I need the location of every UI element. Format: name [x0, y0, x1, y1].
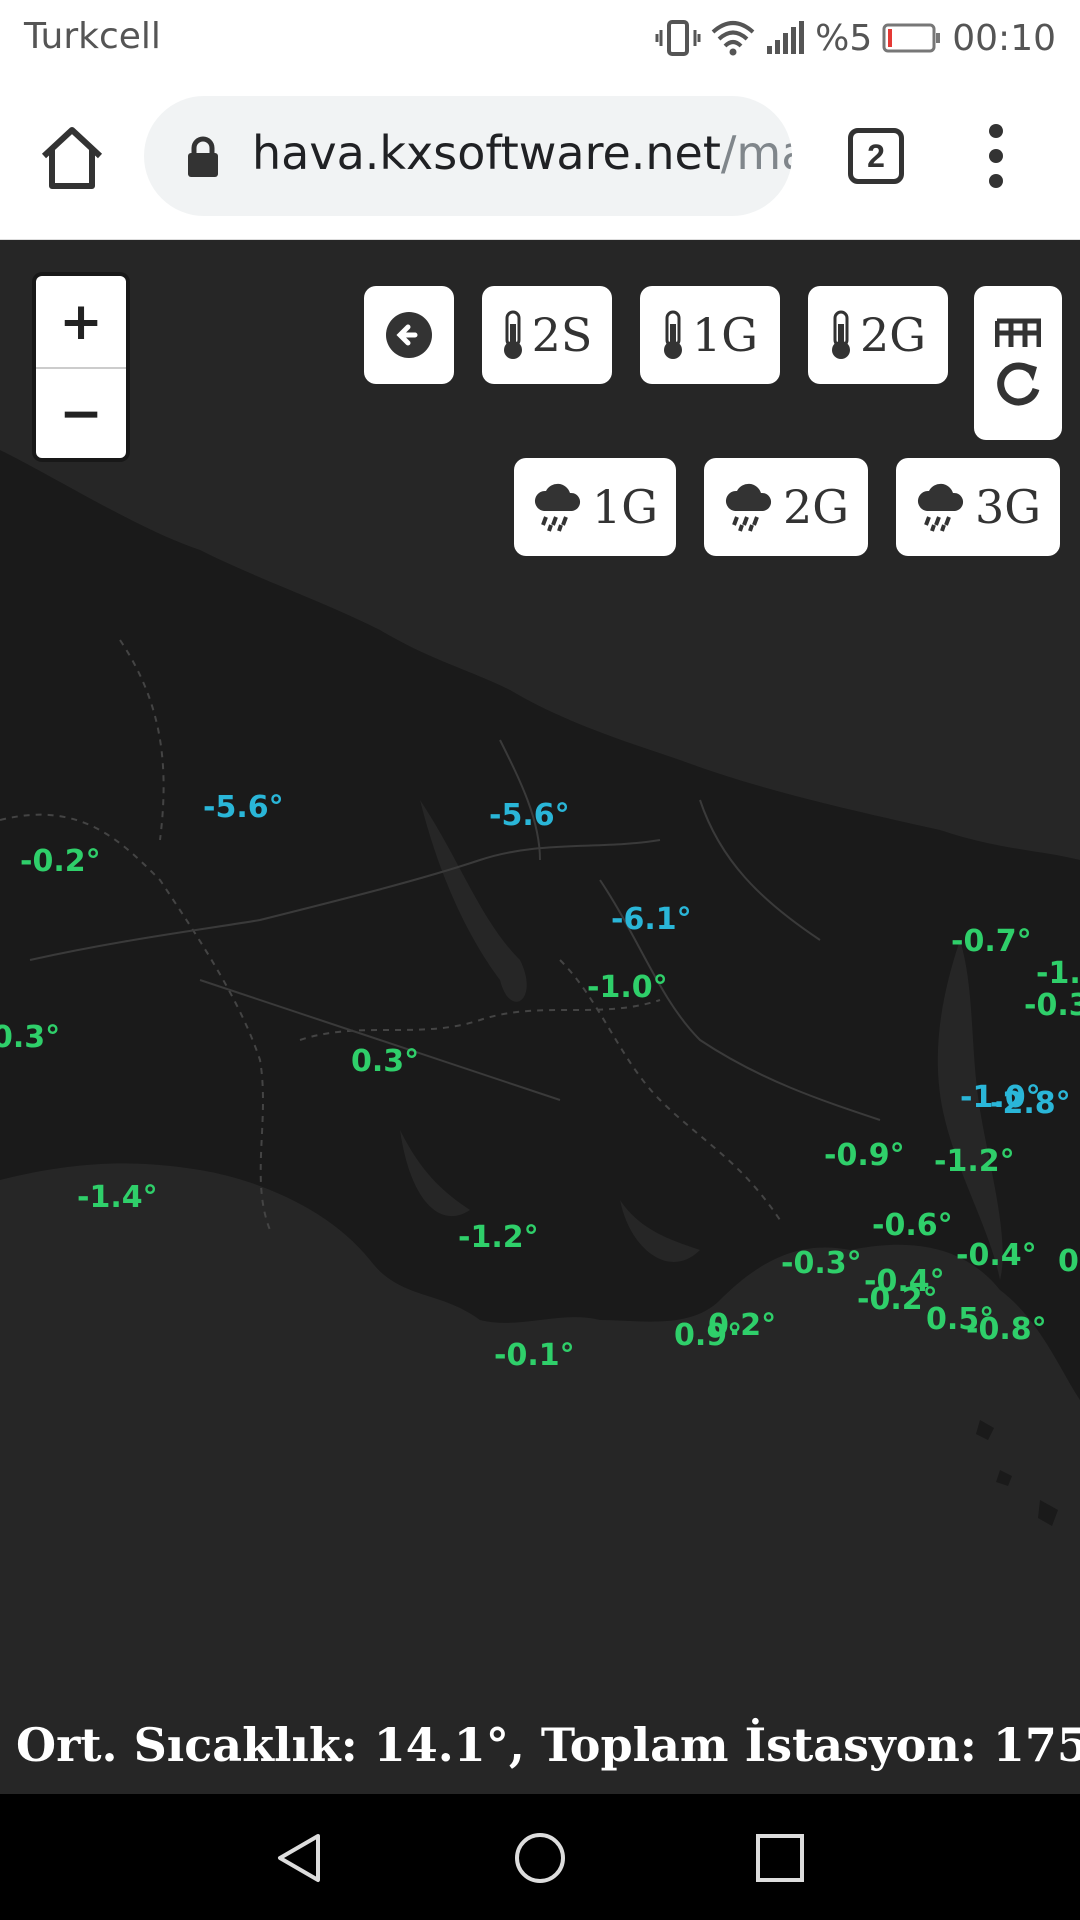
temp-marker[interactable]: -0.3°	[781, 1246, 862, 1281]
clock: 00:10	[952, 17, 1056, 59]
temp-marker[interactable]: 0.3°	[0, 1020, 60, 1055]
nav-back-icon[interactable]	[272, 1830, 328, 1886]
zoom-control: + −	[36, 276, 126, 458]
temp-marker[interactable]: -1.	[1036, 956, 1080, 991]
signal-icon	[767, 21, 805, 54]
url-path: /ma	[720, 126, 792, 180]
temp-2g-button[interactable]: 2G	[808, 286, 948, 384]
map-icon	[995, 318, 1041, 347]
nav-home-icon[interactable]	[512, 1830, 568, 1886]
temp-marker[interactable]: -2.8°	[990, 1086, 1071, 1121]
temp-marker[interactable]: -5.6°	[203, 790, 284, 825]
rain-1g-label: 1G	[591, 480, 658, 534]
temp-1g-button[interactable]: 1G	[640, 286, 780, 384]
temp-marker[interactable]: -1.4°	[77, 1180, 158, 1215]
temp-marker[interactable]: -0.8°	[966, 1312, 1047, 1347]
temp-marker[interactable]: 0	[1058, 1244, 1079, 1279]
rain-cloud-icon	[725, 483, 772, 532]
system-nav-bar	[0, 1794, 1080, 1920]
temp-2s-button[interactable]: 2S	[482, 286, 612, 384]
status-bar: Turkcell %5 00:10	[0, 0, 1080, 76]
overflow-menu-icon[interactable]	[984, 124, 1008, 188]
temp-marker[interactable]: -1.0°	[587, 970, 668, 1005]
zoom-in-button[interactable]: +	[36, 276, 126, 367]
vibrate-icon	[655, 20, 701, 56]
refresh-icon	[997, 362, 1040, 406]
thermometer-icon	[831, 310, 850, 359]
status-icons: %5 00:10	[655, 14, 1056, 62]
temp-marker[interactable]: -5.6°	[489, 798, 570, 833]
temp-2g-label: 2G	[859, 308, 926, 362]
home-icon[interactable]	[38, 124, 106, 192]
temp-marker[interactable]: -0.4°	[956, 1238, 1037, 1273]
temp-marker[interactable]: 0.2°	[708, 1308, 776, 1343]
tab-switcher-button[interactable]: 2	[848, 128, 904, 184]
weather-map[interactable]: + − 2S 1G 2G 1G 2G 3G -5.6° -5.6° -0.2° …	[0, 240, 1080, 1794]
carrier-name: Turkcell	[24, 16, 161, 57]
temp-marker[interactable]: -6.1°	[611, 902, 692, 937]
temp-marker[interactable]: -0.1°	[494, 1338, 575, 1373]
temp-1g-label: 1G	[691, 308, 758, 362]
url-host: hava.kxsoftware.net	[252, 126, 721, 180]
rain-1g-button[interactable]: 1G	[514, 458, 676, 556]
temp-marker[interactable]: -0.6°	[872, 1208, 953, 1243]
temp-marker[interactable]: -0.7°	[951, 924, 1032, 959]
url-text: hava.kxsoftware.net/ma	[252, 126, 792, 180]
rain-2g-button[interactable]: 2G	[704, 458, 868, 556]
rain-3g-button[interactable]: 3G	[896, 458, 1060, 556]
rain-cloud-icon	[917, 483, 964, 532]
nav-recents-icon[interactable]	[752, 1830, 808, 1886]
lock-icon	[188, 136, 218, 177]
temp-2s-label: 2S	[531, 308, 593, 362]
temp-marker[interactable]: 0.3°	[351, 1044, 419, 1079]
battery-low-icon	[882, 23, 941, 53]
battery-percent: %5	[815, 17, 873, 59]
tab-count: 2	[867, 137, 885, 174]
temp-marker[interactable]: -0.9°	[824, 1138, 905, 1173]
back-button[interactable]	[364, 286, 454, 384]
wifi-icon	[711, 21, 755, 56]
back-arrow-icon	[386, 312, 432, 358]
address-bar[interactable]: hava.kxsoftware.net/ma	[144, 96, 792, 216]
temp-marker[interactable]: -1.2°	[934, 1144, 1015, 1179]
rain-3g-label: 3G	[974, 480, 1041, 534]
map-refresh-button[interactable]	[974, 286, 1062, 440]
temp-marker[interactable]: -0.2°	[20, 844, 101, 879]
rain-2g-label: 2G	[782, 480, 849, 534]
thermometer-icon	[663, 310, 682, 359]
rain-cloud-icon	[534, 483, 581, 532]
temp-marker[interactable]: -1.2°	[458, 1220, 539, 1255]
average-summary: Ort. Sıcaklık: 14.1°, Toplam İstasyon: 1…	[16, 1718, 1080, 1772]
browser-toolbar: hava.kxsoftware.net/ma 2	[0, 76, 1080, 240]
zoom-out-button[interactable]: −	[36, 367, 126, 458]
thermometer-icon	[503, 310, 522, 359]
temp-marker[interactable]: -0.3	[1024, 988, 1080, 1023]
